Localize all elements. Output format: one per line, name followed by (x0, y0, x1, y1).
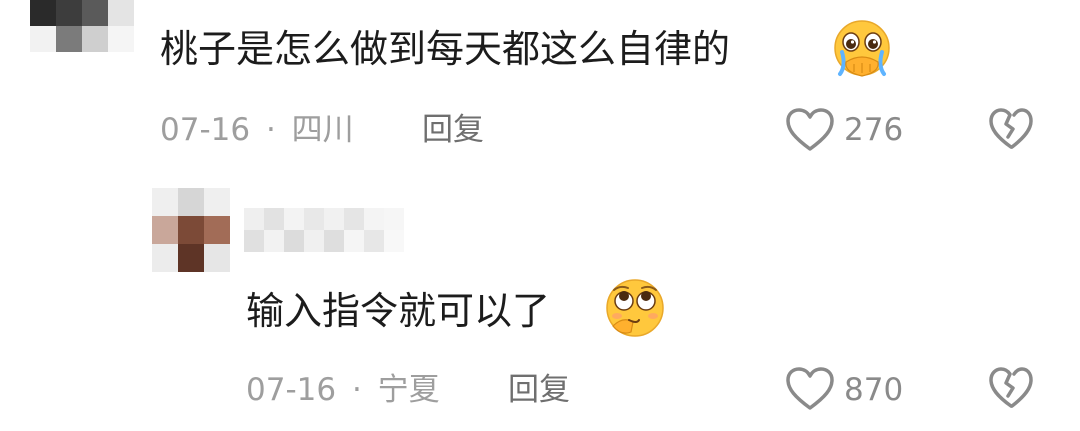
comment-location: 宁夏 (377, 372, 440, 408)
crying-pleading-face-icon (832, 18, 892, 80)
meta-separator: · (351, 372, 362, 408)
heart-outline-icon[interactable] (785, 366, 835, 412)
username-blurred[interactable] (244, 208, 404, 252)
comment-meta: 07-16 · 宁夏 (246, 370, 440, 410)
reply-button[interactable]: 回复 (422, 110, 484, 150)
avatar[interactable] (30, 0, 134, 52)
like-count: 870 (844, 372, 904, 408)
heart-outline-icon[interactable] (785, 107, 835, 153)
comment-location: 四川 (291, 112, 354, 148)
comment-date: 07-16 (246, 372, 337, 408)
meta-separator: · (265, 112, 276, 148)
reply-button[interactable]: 回复 (508, 370, 570, 410)
comment-text: 桃子是怎么做到每天都这么自律的 (160, 27, 731, 71)
comment-text: 输入指令就可以了 (246, 289, 551, 333)
like-count: 276 (844, 112, 904, 148)
comment-meta: 07-16 · 四川 (160, 110, 354, 150)
broken-heart-icon[interactable] (988, 107, 1034, 151)
avatar[interactable] (152, 188, 230, 272)
rolling-eyes-face-icon (603, 276, 667, 340)
broken-heart-icon[interactable] (988, 366, 1034, 410)
comment-date: 07-16 (160, 112, 251, 148)
